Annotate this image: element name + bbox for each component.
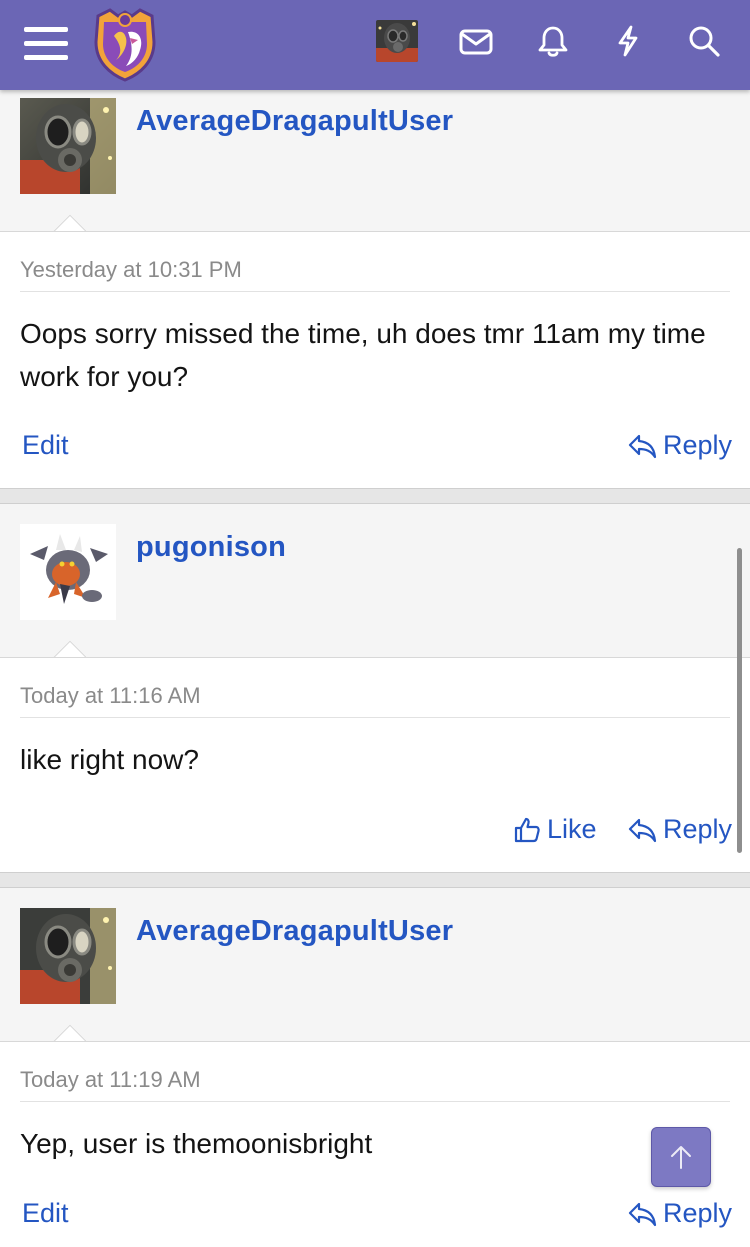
edit-link[interactable]: Edit <box>22 1198 69 1229</box>
post-header: AverageDragapultUser <box>0 888 750 1042</box>
message-pointer <box>52 1024 86 1042</box>
thumbs-up-icon <box>514 817 540 842</box>
edit-label: Edit <box>22 1198 69 1228</box>
post-separator <box>0 872 750 888</box>
message-pointer <box>52 214 86 232</box>
username-link[interactable]: AverageDragapultUser <box>136 105 453 138</box>
scrollbar[interactable] <box>737 548 742 853</box>
reply-label: Reply <box>663 814 733 844</box>
divider <box>20 291 730 292</box>
reply-button[interactable]: Reply <box>627 1198 732 1229</box>
post-header: AverageDragapultUser <box>0 90 750 232</box>
edit-label: Edit <box>22 430 69 460</box>
message-pointer <box>52 640 86 658</box>
search-icon[interactable] <box>680 18 728 64</box>
reply-button[interactable]: Reply <box>627 430 732 461</box>
forum-logo-icon[interactable] <box>92 8 158 82</box>
reply-icon <box>628 1202 657 1226</box>
hamburger-menu-icon[interactable] <box>16 14 76 74</box>
reply-icon <box>628 434 657 458</box>
bolt-icon[interactable] <box>606 18 650 64</box>
username-link[interactable]: pugonison <box>136 531 286 564</box>
post-header: pugonison <box>0 504 750 658</box>
post-separator <box>0 488 750 504</box>
reply-label: Reply <box>663 430 733 460</box>
user-avatar-icon[interactable] <box>376 20 418 62</box>
like-label: Like <box>547 814 597 844</box>
post-date[interactable]: Yesterday at 10:31 PM <box>20 257 242 283</box>
username-link[interactable]: AverageDragapultUser <box>136 915 453 948</box>
arrow-up-icon <box>671 1146 691 1169</box>
divider <box>20 1101 730 1102</box>
message-text: like right now? <box>20 744 199 775</box>
top-nav-bar <box>0 0 750 90</box>
mail-icon[interactable] <box>452 20 500 64</box>
back-to-top-button[interactable] <box>651 1127 711 1187</box>
reply-icon <box>628 818 657 842</box>
message-body: Today at 11:16 AM like right now? Like R… <box>0 657 750 873</box>
avatar[interactable] <box>20 98 116 194</box>
message-text: Yep, user is themoonisbright <box>20 1128 373 1159</box>
divider <box>20 717 730 718</box>
post-date[interactable]: Today at 11:16 AM <box>20 683 201 709</box>
avatar[interactable] <box>20 524 116 620</box>
post-date[interactable]: Today at 11:19 AM <box>20 1067 201 1093</box>
message-body: Yesterday at 10:31 PM Oops sorry missed … <box>0 231 750 489</box>
reply-button[interactable]: Reply <box>627 814 732 845</box>
avatar[interactable] <box>20 908 116 1004</box>
message-body: Today at 11:19 AM Yep, user is themoonis… <box>0 1041 750 1247</box>
edit-link[interactable]: Edit <box>22 430 69 461</box>
bell-icon[interactable] <box>530 18 576 64</box>
like-button[interactable]: Like <box>513 814 597 845</box>
message-text: Oops sorry missed the time, uh does tmr … <box>20 318 706 392</box>
reply-label: Reply <box>663 1198 733 1228</box>
